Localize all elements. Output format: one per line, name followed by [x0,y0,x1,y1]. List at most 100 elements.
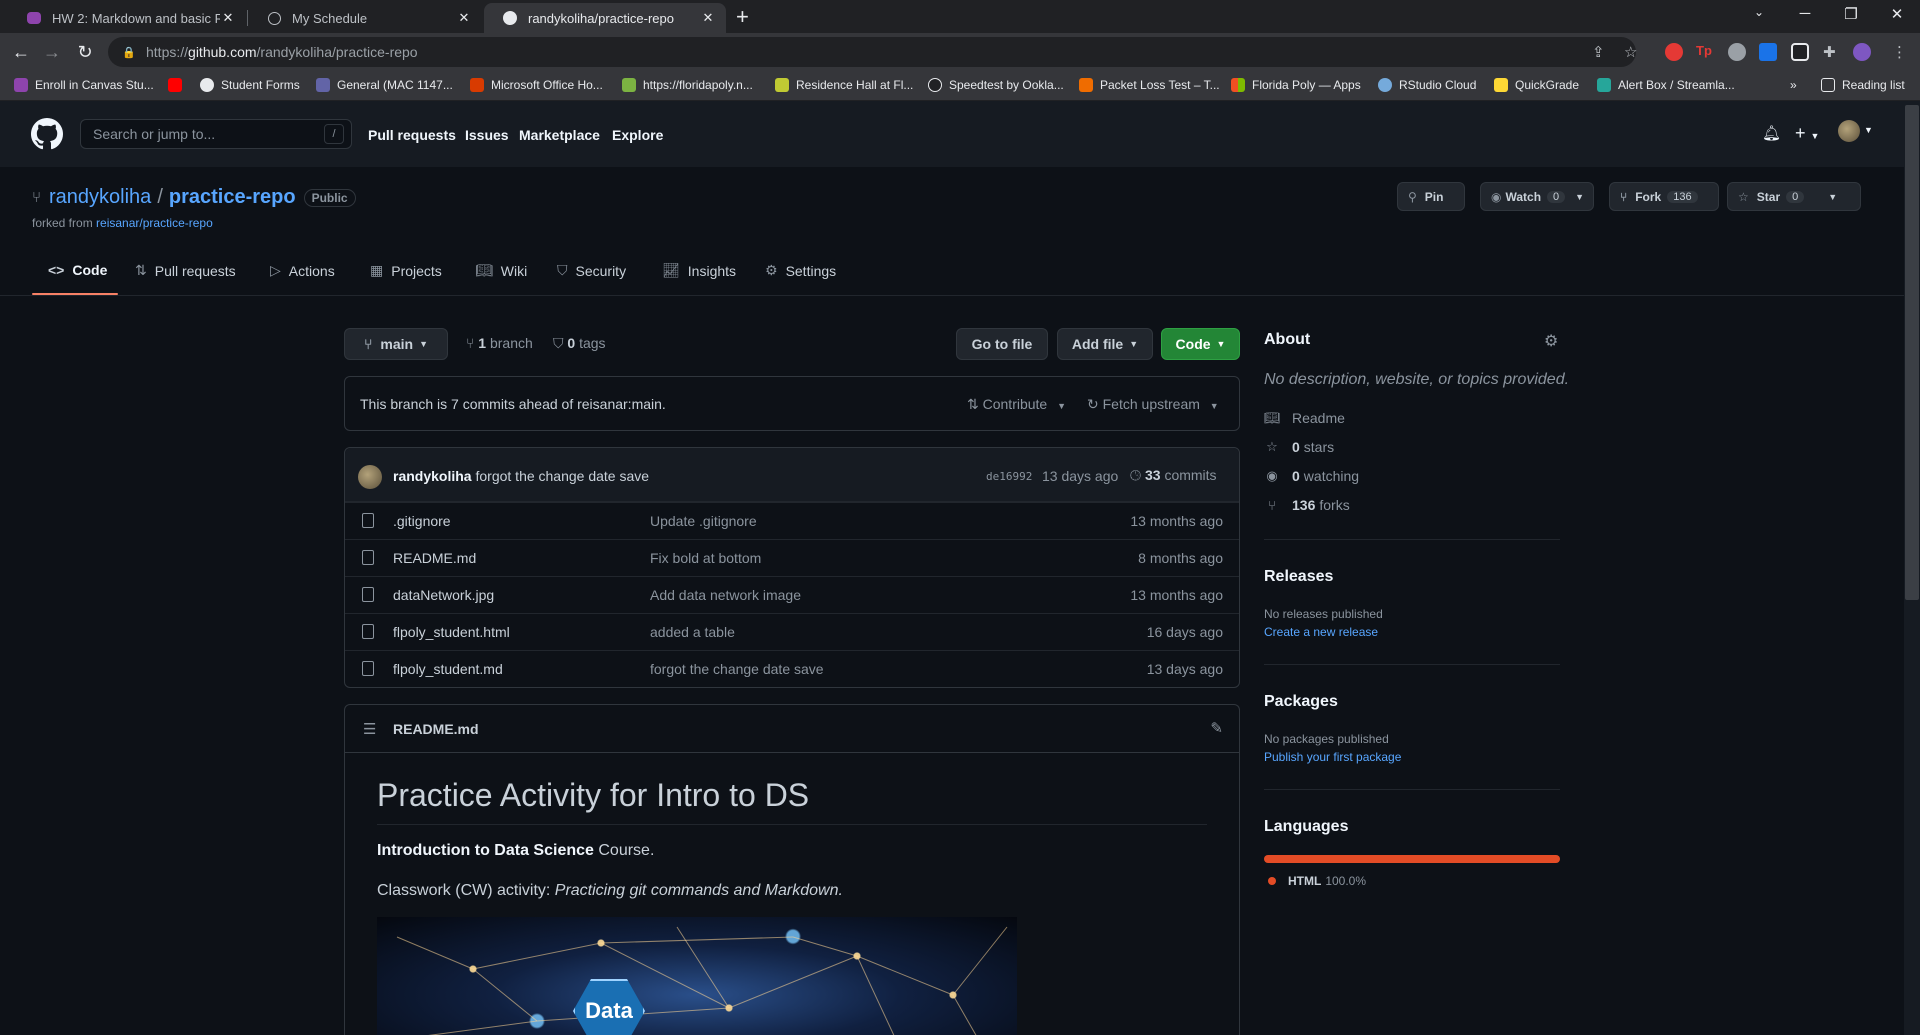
file-name-link[interactable]: dataNetwork.jpg [393,587,494,603]
file-row[interactable]: dataNetwork.jpg Add data network image 13 … [345,576,1239,613]
nav-marketplace[interactable]: Marketplace [519,127,600,143]
pencil-edit-icon[interactable]: ✎ [1210,719,1223,737]
tab-pull-requests[interactable]: ⇅ Pull requests [135,262,236,279]
bookmark-item[interactable]: Florida Poly — Apps [1231,78,1361,92]
tab-projects[interactable]: ▦ Projects [370,262,442,279]
about-settings-gear-icon[interactable]: ⚙ [1544,331,1558,351]
branch-select-button[interactable]: ⑂ main ▼ [344,328,448,360]
bookmark-item[interactable]: RStudio Cloud [1378,78,1476,92]
bookmark-item[interactable]: QuickGrade [1494,78,1579,92]
chevron-down-icon[interactable]: ▼ [1864,125,1873,135]
go-to-file-button[interactable]: Go to file [956,328,1048,360]
file-row[interactable]: flpoly_student.html added a table 16 days … [345,613,1239,650]
pin-button[interactable]: ⚲ Pin [1397,182,1465,211]
extension-icon[interactable] [1759,43,1777,61]
scrollbar-thumb[interactable] [1905,105,1919,600]
browser-tab-hw2[interactable]: HW 2: Markdown and basic R co ✕ [8,3,246,33]
tab-settings[interactable]: ⚙ Settings [765,262,836,279]
commits-history-link[interactable]: 🕒︎ 33 commits [1130,467,1217,484]
bookmark-item[interactable]: Packet Loss Test – T... [1079,78,1220,92]
tags-link[interactable]: ⛉ 0 tags [553,335,606,352]
tab-close-icon[interactable]: ✕ [700,10,716,26]
browser-tab-github[interactable]: randykoliha/practice-repo ✕ [484,3,726,33]
forks-link[interactable]: ⑂ 136 forks [1264,497,1350,513]
nav-issues[interactable]: Issues [465,127,509,143]
contribute-button[interactable]: ⇅ Contribute ▼ [967,396,1066,413]
list-icon[interactable]: ☰ [363,720,376,738]
commit-message-link[interactable]: forgot the change date save [475,468,649,484]
extension-icon[interactable] [1791,43,1809,61]
bookmarks-overflow-button[interactable]: » [1790,78,1797,92]
minimize-icon[interactable]: ─ [1782,5,1828,22]
publish-package-link[interactable]: Publish your first package [1264,750,1401,764]
file-row[interactable]: .gitignore Update .gitignore 13 months ago [345,502,1239,539]
releases-heading[interactable]: Releases [1264,568,1333,586]
repo-name-link[interactable]: practice-repo [169,186,296,209]
packages-heading[interactable]: Packages [1264,693,1338,711]
create-release-link[interactable]: Create a new release [1264,625,1378,639]
tab-close-icon[interactable]: ✕ [456,10,472,26]
file-name-link[interactable]: .gitignore [393,513,451,529]
restore-icon[interactable]: ❐ [1828,5,1874,23]
tab-insights[interactable]: 📈︎ Insights [662,262,736,279]
bookmark-item[interactable]: Residence Hall at Fl... [775,78,913,92]
bell-icon[interactable]: 🔔︎ [1762,124,1781,142]
bookmark-item[interactable]: Alert Box / Streamla... [1597,78,1735,92]
share-icon[interactable]: ⇪ [1592,43,1605,61]
back-arrow-icon[interactable]: ← [9,41,33,63]
file-name-link[interactable]: flpoly_student.md [393,661,503,677]
readme-link[interactable]: 📖︎ Readme [1264,410,1345,426]
stars-link[interactable]: ☆ 0 stars [1264,439,1334,455]
address-bar[interactable]: 🔒 https://github.com/randykoliha/practic… [108,37,1636,67]
search-input[interactable]: Search or jump to... [80,119,352,149]
file-name-link[interactable]: README.md [393,550,476,566]
watch-button[interactable]: ◉ Watch 0 ▼ [1480,182,1594,211]
file-row[interactable]: flpoly_student.md forgot the change date … [345,650,1239,687]
profile-avatar[interactable] [1853,43,1871,61]
file-name-link[interactable]: flpoly_student.html [393,624,510,640]
file-commit-message-link[interactable]: Update .gitignore [650,513,757,529]
commit-author-link[interactable]: randykoliha [393,468,472,484]
file-commit-message-link[interactable]: added a table [650,624,735,640]
branches-link[interactable]: ⑂ 1 branch [466,335,533,351]
code-button[interactable]: Code ▼ [1161,328,1240,360]
add-file-button[interactable]: Add file ▼ [1057,328,1153,360]
bookmark-item[interactable]: Enroll in Canvas Stu... [14,78,154,92]
bookmark-item[interactable]: Speedtest by Ookla... [928,78,1064,92]
reading-list-button[interactable]: Reading list [1821,78,1905,92]
file-commit-message-link[interactable]: Add data network image [650,587,801,603]
user-avatar[interactable] [1838,120,1860,142]
forked-from-link[interactable]: reisanar/practice-repo [96,216,213,230]
github-logo-icon[interactable] [31,118,63,150]
tab-actions[interactable]: ▷ Actions [270,262,335,279]
commit-sha-link[interactable]: de16992 [986,470,1032,483]
bookmark-star-icon[interactable]: ☆ [1624,43,1637,61]
window-close-icon[interactable]: ✕ [1874,5,1920,23]
nav-pull-requests[interactable]: Pull requests [368,127,456,143]
nav-explore[interactable]: Explore [612,127,663,143]
bookmark-item[interactable]: Microsoft Office Ho... [470,78,603,92]
file-commit-message-link[interactable]: forgot the change date save [650,661,824,677]
language-item[interactable]: HTML 100.0% [1268,874,1366,888]
forward-arrow-icon[interactable]: → [40,41,64,63]
author-avatar[interactable] [358,465,382,489]
fetch-upstream-button[interactable]: ↻ Fetch upstream ▼ [1087,396,1219,413]
bookmark-item[interactable] [168,78,189,92]
extension-icon[interactable] [1665,43,1683,61]
reload-icon[interactable]: ↻ [73,41,97,63]
tab-search-icon[interactable]: ⌄ [1736,5,1782,19]
repo-owner-link[interactable]: randykoliha [49,186,151,209]
tab-close-icon[interactable]: ✕ [220,10,236,26]
tab-security[interactable]: ⛉ Security [557,262,626,279]
fork-button[interactable]: ⑂ Fork 136 [1609,182,1719,211]
create-new-icon[interactable]: + ▼ [1795,123,1819,144]
bookmark-item[interactable]: General (MAC 1147... [316,78,453,92]
file-commit-message-link[interactable]: Fix bold at bottom [650,550,761,566]
bookmark-item[interactable]: https://floridapoly.n... [622,78,753,92]
browser-tab-schedule[interactable]: My Schedule ✕ [248,3,482,33]
tab-code[interactable]: <> Code [48,262,107,278]
watching-link[interactable]: ◉ 0 watching [1264,468,1359,484]
browser-menu-icon[interactable]: ⋮ [1892,43,1907,61]
extension-icon[interactable] [1728,43,1746,61]
extension-tp-icon[interactable]: Tp [1696,43,1714,61]
